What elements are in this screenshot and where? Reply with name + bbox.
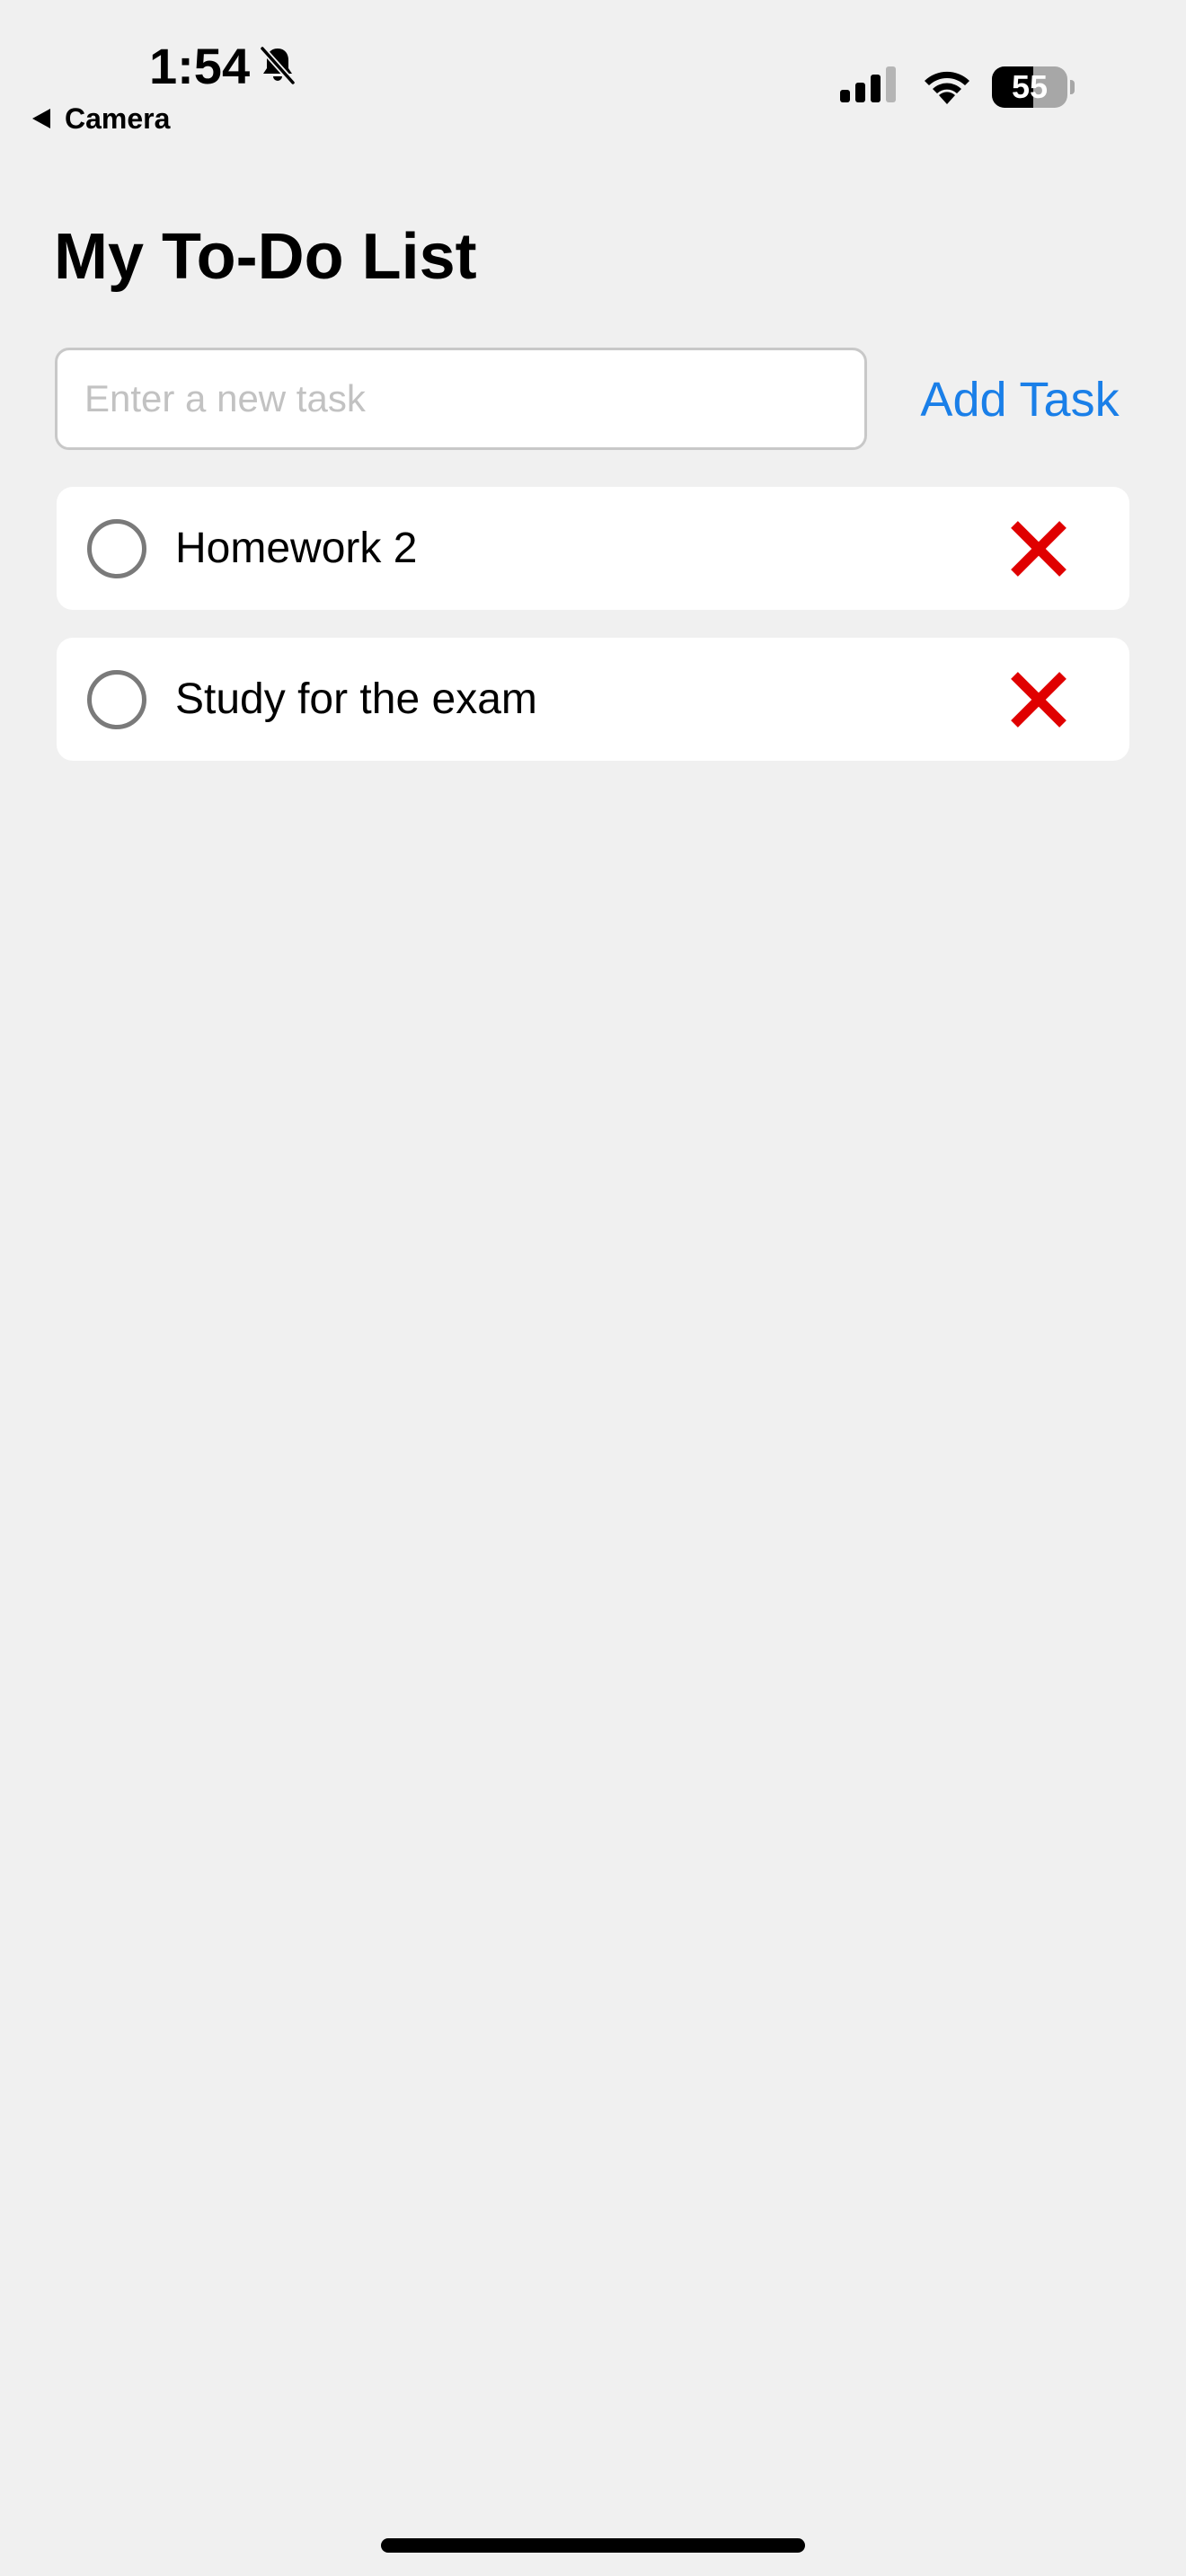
task-text: Study for the exam: [175, 675, 537, 723]
cellular-signal-icon: [840, 66, 896, 102]
task-complete-checkbox[interactable]: [87, 670, 146, 729]
delete-task-icon[interactable]: [1009, 519, 1068, 578]
battery-icon: 55: [992, 66, 1075, 108]
battery-percent: 55: [1011, 68, 1049, 105]
task-item: Study for the exam: [57, 638, 1129, 761]
home-indicator[interactable]: [381, 2538, 805, 2553]
new-task-input[interactable]: [55, 348, 867, 450]
delete-task-icon[interactable]: [1009, 670, 1068, 729]
back-app-label: Camera: [65, 101, 171, 135]
task-item: Homework 2: [57, 487, 1129, 610]
bell-slash-icon: [260, 46, 296, 85]
task-list: Homework 2 Study for the exam: [57, 487, 1129, 789]
add-task-button[interactable]: Add Task: [898, 359, 1141, 440]
page-title: My To-Do List: [54, 221, 477, 293]
back-to-app-button[interactable]: Camera: [32, 99, 170, 138]
status-time: 1:54: [149, 38, 251, 94]
wifi-icon: [925, 71, 969, 104]
back-triangle-icon: [32, 109, 50, 128]
task-text: Homework 2: [175, 525, 418, 572]
task-complete-checkbox[interactable]: [87, 519, 146, 578]
battery-cap: [1070, 80, 1075, 94]
